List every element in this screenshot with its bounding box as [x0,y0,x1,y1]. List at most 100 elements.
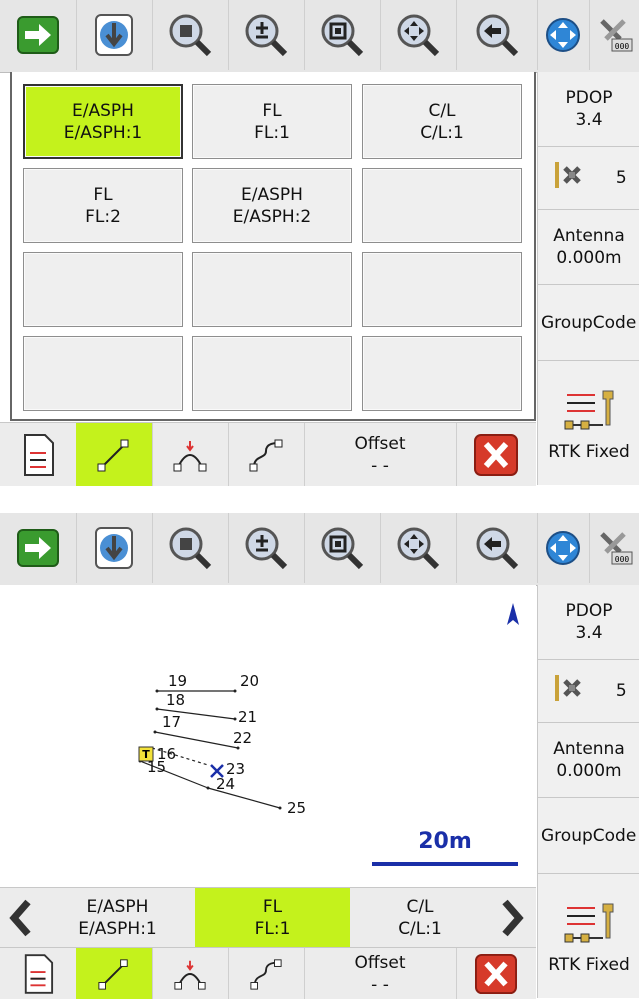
satellite-display[interactable]: 5 [538,660,639,723]
groupcode-button[interactable]: GroupCode [538,285,639,361]
point-label: 25 [287,799,306,817]
zoom-window-icon[interactable] [304,0,381,70]
code-sub: E/ASPH:2 [232,206,312,227]
empty-code-button[interactable] [362,168,522,243]
bottom-screen: 000 T 19 20 18 21 17 22 16 23 15 24 25 2… [0,513,639,999]
close-icon[interactable] [456,948,536,999]
code-button[interactable]: FL FL:2 [23,168,183,243]
code-tab[interactable]: C/L C/L:1 [350,888,490,948]
code-tab-sub: FL:1 [254,919,291,939]
empty-code-button[interactable] [362,252,522,327]
code-sub: C/L:1 [420,122,464,143]
code-list-icon[interactable] [0,423,77,486]
empty-code-button[interactable] [192,336,352,411]
line-mode-icon[interactable] [76,423,153,486]
code-name: FL [93,184,113,205]
code-tab-name: C/L [406,897,434,917]
code-button[interactable]: E/ASPH E/ASPH:1 [23,84,183,159]
satellite-count: 5 [615,681,627,701]
offset-button[interactable]: Offset - - [304,948,457,999]
point-label: 15 [147,758,166,776]
pdop-label: PDOP [565,601,613,621]
globe-pan-icon[interactable] [537,0,590,70]
globe-download-icon[interactable] [76,513,153,583]
satellite-display[interactable]: 5 [538,147,639,210]
zoom-in-out-icon[interactable] [228,513,305,583]
map-view[interactable]: T 19 20 18 21 17 22 16 23 15 24 25 20m [0,585,536,887]
offset-value: - - [371,455,389,476]
north-arrow-icon [507,603,519,625]
empty-code-button[interactable] [362,336,522,411]
code-sub: E/ASPH:1 [63,122,143,143]
line-mode-icon[interactable] [76,948,153,999]
rtk-icon [559,898,619,954]
code-sub: FL:1 [254,122,290,143]
code-sub: FL:2 [85,206,121,227]
bottom-toolbar: 000 [0,513,639,586]
tools-icon[interactable]: 000 [589,513,639,583]
satellite-count: 5 [615,168,627,188]
globe-download-icon[interactable] [76,0,153,70]
tools-icon[interactable]: 000 [589,0,639,70]
antenna-label: Antenna [553,739,625,759]
svg-text:000: 000 [615,42,630,51]
code-button[interactable]: E/ASPH E/ASPH:2 [192,168,352,243]
code-name: C/L [428,100,456,121]
code-tab-sub: E/ASPH:1 [78,919,157,939]
empty-code-button[interactable] [23,336,183,411]
zoom-back-icon[interactable] [456,513,538,583]
pdop-display: PDOP 3.4 [538,585,639,660]
top-toolbar: 000 [0,0,639,73]
pdop-display: PDOP 3.4 [538,72,639,147]
map-canvas: T 19 20 18 21 17 22 16 23 15 24 25 20m [138,603,519,866]
svg-text:000: 000 [615,555,630,564]
code-tab-active[interactable]: FL FL:1 [195,888,350,948]
empty-code-button[interactable] [192,252,352,327]
antenna-display[interactable]: Antenna 0.000m [538,210,639,285]
next-code-icon[interactable] [490,888,536,948]
globe-pan-icon[interactable] [537,513,590,583]
point-label: 21 [238,708,257,726]
code-tab-name: FL [262,897,283,917]
zoom-back-icon[interactable] [456,0,538,70]
code-name: E/ASPH [241,184,303,205]
screen-separator [0,486,639,513]
zoom-center-icon[interactable] [152,0,229,70]
zoom-center-icon[interactable] [152,513,229,583]
point-label: 24 [216,775,235,793]
satellite-icon [551,671,589,711]
code-tab[interactable]: E/ASPH E/ASPH:1 [40,888,195,948]
zoom-pan-icon[interactable] [380,513,457,583]
code-button[interactable]: FL FL:1 [192,84,352,159]
point-label: 22 [233,729,252,747]
curve-mode-icon[interactable] [228,423,305,486]
antenna-label: Antenna [553,226,625,246]
offset-label: Offset [354,433,406,454]
code-name: E/ASPH [72,100,134,121]
prev-code-icon[interactable] [0,888,40,948]
arc-mode-icon[interactable] [152,423,229,486]
zoom-in-out-icon[interactable] [228,0,305,70]
top-screen: 000 E/ASPH E/ASPH:1 FL FL:1 C/L C/L:1 FL FL:2 E/… [0,0,639,486]
offset-value: - - [371,974,389,995]
arc-mode-icon[interactable] [152,948,229,999]
rtk-status[interactable]: RTK Fixed [538,875,639,998]
groupcode-button[interactable]: GroupCode [538,798,639,874]
rtk-status[interactable]: RTK Fixed [538,362,639,485]
code-tab-sub: C/L:1 [398,919,442,939]
code-list-icon[interactable] [0,948,77,999]
zoom-window-icon[interactable] [304,513,381,583]
code-button[interactable]: C/L C/L:1 [362,84,522,159]
rtk-label: RTK Fixed [548,441,630,462]
offset-button[interactable]: Offset - - [304,423,457,486]
go-arrow-icon[interactable] [0,0,77,70]
zoom-pan-icon[interactable] [380,0,457,70]
satellite-icon [551,158,589,198]
antenna-display[interactable]: Antenna 0.000m [538,723,639,798]
top-bottom-bar: Offset - - [0,422,536,486]
point-label: 20 [240,672,259,690]
go-arrow-icon[interactable] [0,513,77,583]
empty-code-button[interactable] [23,252,183,327]
close-icon[interactable] [456,423,536,486]
curve-mode-icon[interactable] [228,948,305,999]
